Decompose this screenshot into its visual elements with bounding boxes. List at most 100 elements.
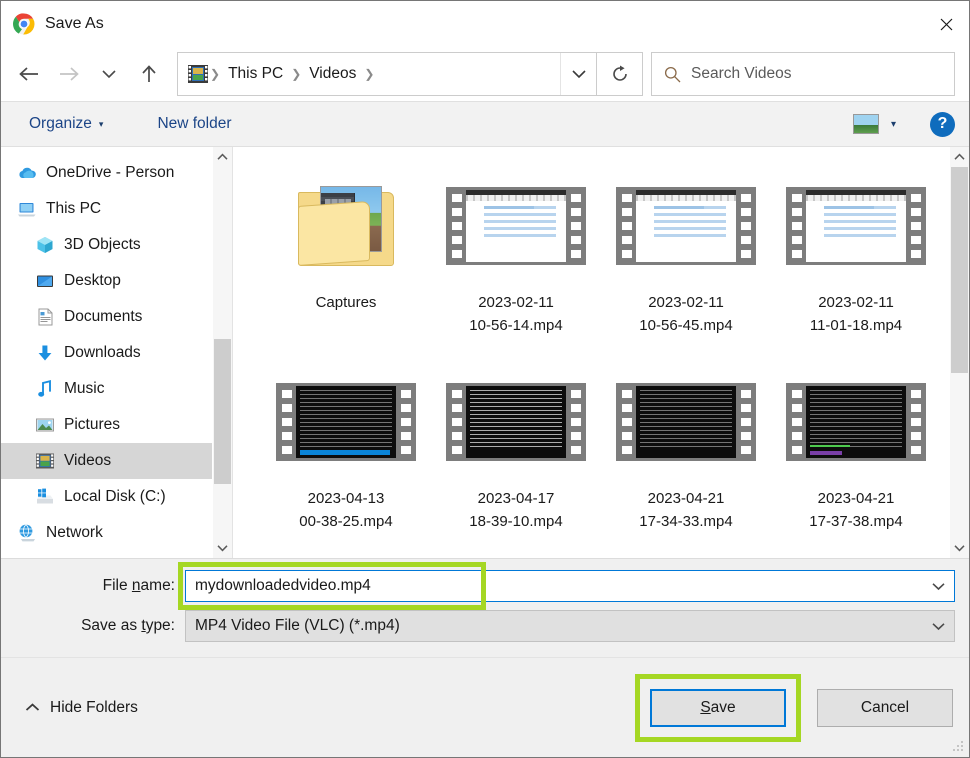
- close-button[interactable]: [923, 1, 969, 47]
- chevron-down-icon[interactable]: [922, 611, 954, 641]
- hide-folders-button[interactable]: Hide Folders: [25, 699, 138, 717]
- file-scroll-track[interactable]: [950, 167, 969, 538]
- sidebar-scroll-track[interactable]: [213, 167, 232, 538]
- file-item-video[interactable]: 2023-02-11 10-56-45.mp4: [601, 161, 771, 341]
- breadcrumb-separator: ❯: [210, 67, 221, 81]
- file-name-label: File name:: [102, 577, 175, 594]
- thumbnail: [298, 165, 394, 287]
- sidebar-item-3d-objects[interactable]: 3D Objects: [1, 227, 212, 263]
- thumbnail: [786, 165, 926, 287]
- sidebar-scroll-thumb[interactable]: [214, 339, 231, 484]
- search-input[interactable]: Search Videos: [651, 52, 955, 96]
- onedrive-cloud-icon: [17, 163, 37, 183]
- new-folder-button[interactable]: New folder: [151, 111, 237, 137]
- resize-grip[interactable]: [952, 741, 964, 753]
- sidebar-scrollbar[interactable]: [212, 147, 232, 558]
- forward-arrow-icon: [60, 67, 79, 81]
- sidebar-item-network[interactable]: Network: [1, 515, 212, 551]
- file-name-value: mydownloadedvideo.mp4: [195, 577, 371, 594]
- save-button-highlight-box: Save: [635, 673, 801, 742]
- sidebar-item-desktop[interactable]: Desktop: [1, 263, 212, 299]
- chevron-up-icon: [25, 703, 40, 712]
- cancel-button[interactable]: Cancel: [817, 688, 953, 727]
- file-name-input[interactable]: mydownloadedvideo.mp4: [185, 570, 955, 602]
- file-item-video[interactable]: 2023-04-13 00-38-25.mp4: [261, 357, 431, 537]
- file-name-label: 2023-02-11 11-01-18.mp4: [809, 294, 903, 334]
- title-bar: Save As: [1, 1, 969, 47]
- music-note-icon: [35, 379, 55, 399]
- file-item-folder[interactable]: Captures: [261, 161, 431, 341]
- organize-button[interactable]: Organize ▾: [23, 111, 109, 137]
- network-globe-icon: [17, 523, 37, 543]
- thumbnail: [616, 361, 756, 483]
- file-name-label: 2023-04-17 18-39-10.mp4: [469, 490, 563, 530]
- pictures-icon: [35, 415, 55, 435]
- save-as-type-select[interactable]: MP4 Video File (VLC) (*.mp4): [185, 610, 955, 642]
- sidebar-item-local-disk-c[interactable]: Local Disk (C:): [1, 479, 212, 515]
- dialog-body: OneDrive - Person This PC 3D Objects Des…: [1, 147, 969, 558]
- file-item-video[interactable]: 2023-04-21 17-34-33.mp4: [601, 357, 771, 537]
- sidebar-item-documents[interactable]: Documents: [1, 299, 212, 335]
- navigation-bar: ❯ This PC ❯ Videos ❯ Search Videos: [1, 47, 969, 101]
- thumbnail: [276, 361, 416, 483]
- documents-icon: [35, 307, 55, 327]
- save-as-dialog: Save As ❯ This PC ❯ Videos ❯ Search Vide…: [0, 0, 970, 758]
- desktop-icon: [35, 271, 55, 291]
- sidebar-item-videos[interactable]: Videos: [1, 443, 212, 479]
- thumbnail: [446, 361, 586, 483]
- video-filmstrip-thumbnail: [616, 187, 756, 265]
- file-item-video[interactable]: 2023-02-11 10-56-14.mp4: [431, 161, 601, 341]
- videos-folder-icon: [188, 65, 208, 83]
- sidebar-item-label: OneDrive - Person: [46, 164, 175, 181]
- breadcrumb-separator: ❯: [291, 67, 302, 81]
- sidebar-item-downloads[interactable]: Downloads: [1, 335, 212, 371]
- breadcrumb-separator: ❯: [364, 67, 375, 81]
- sidebar-item-pictures[interactable]: Pictures: [1, 407, 212, 443]
- breadcrumb-item-videos[interactable]: Videos: [303, 65, 362, 83]
- file-item-video[interactable]: 2023-04-17 18-39-10.mp4: [431, 357, 601, 537]
- refresh-button[interactable]: [597, 52, 643, 96]
- chevron-down-icon: [102, 70, 116, 79]
- breadcrumb[interactable]: ❯ This PC ❯ Videos ❯: [177, 52, 597, 96]
- video-filmstrip-thumbnail: [616, 383, 756, 461]
- forward-button[interactable]: [49, 54, 89, 94]
- view-options-caret-icon[interactable]: ▾: [891, 119, 896, 130]
- file-item-video[interactable]: 2023-04-21 17-37-38.mp4: [771, 357, 941, 537]
- sidebar-item-onedrive[interactable]: OneDrive - Person: [1, 155, 212, 191]
- file-list-scrollbar[interactable]: [949, 147, 969, 558]
- breadcrumb-item-this-pc[interactable]: This PC: [222, 65, 289, 83]
- scroll-down-arrow-icon[interactable]: [213, 538, 232, 558]
- sidebar-item-label: Documents: [64, 308, 143, 325]
- hide-folders-label: Hide Folders: [50, 698, 138, 716]
- save-as-type-value: MP4 Video File (VLC) (*.mp4): [195, 617, 400, 634]
- file-scroll-thumb[interactable]: [951, 167, 968, 373]
- sidebar-item-label: Videos: [64, 452, 112, 469]
- save-button[interactable]: Save: [650, 688, 786, 727]
- sidebar-item-this-pc[interactable]: This PC: [1, 191, 212, 227]
- file-name-label: 2023-02-11 10-56-45.mp4: [639, 294, 733, 334]
- file-grid: Captures 2023-02-11 10-56-14.mp4 2023-02…: [261, 161, 949, 537]
- local-disk-icon: [35, 487, 55, 507]
- sidebar-item-label: Local Disk (C:): [64, 488, 166, 505]
- up-one-level-button[interactable]: [129, 54, 169, 94]
- view-layout-icon[interactable]: [852, 114, 879, 134]
- video-filmstrip-thumbnail: [786, 383, 926, 461]
- organize-label: Organize: [29, 115, 92, 132]
- scroll-down-arrow-icon[interactable]: [950, 538, 969, 558]
- back-button[interactable]: [9, 54, 49, 94]
- refresh-icon: [612, 65, 627, 81]
- help-button[interactable]: ?: [930, 111, 955, 137]
- file-item-video[interactable]: 2023-02-11 11-01-18.mp4: [771, 161, 941, 341]
- chrome-logo-icon: [13, 13, 35, 35]
- scroll-up-arrow-icon[interactable]: [950, 147, 969, 167]
- videos-filmstrip-icon: [35, 451, 55, 471]
- thumbnail: [446, 165, 586, 287]
- breadcrumb-dropdown-button[interactable]: [560, 53, 596, 95]
- up-arrow-icon: [142, 65, 156, 82]
- chevron-down-icon[interactable]: [922, 571, 954, 601]
- save-form: File name: mydownloadedvideo.mp4 Save as…: [1, 558, 969, 657]
- navigation-sidebar: OneDrive - Person This PC 3D Objects Des…: [1, 147, 212, 558]
- recent-locations-button[interactable]: [89, 54, 129, 94]
- sidebar-item-music[interactable]: Music: [1, 371, 212, 407]
- scroll-up-arrow-icon[interactable]: [213, 147, 232, 167]
